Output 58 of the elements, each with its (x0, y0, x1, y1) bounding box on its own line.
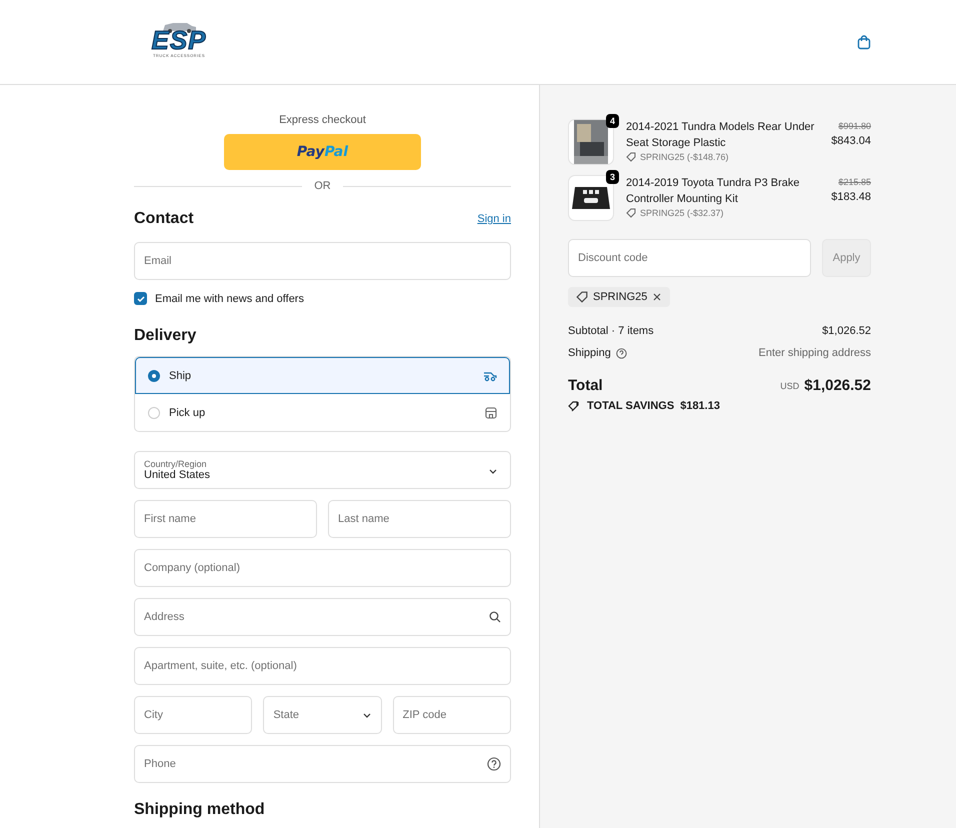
subtotal-value: $1,026.52 (822, 325, 871, 337)
truck-icon (483, 370, 497, 382)
original-price: $991.80 (838, 120, 871, 133)
photo-placeholder (574, 120, 608, 164)
newsletter-checkbox[interactable] (134, 292, 147, 305)
discount-code-text: SPRING25 (593, 291, 648, 303)
discount-text: SPRING25 (-$32.37) (640, 207, 724, 219)
contact-heading: Contact (134, 210, 194, 228)
paypal-button[interactable]: PayPal (224, 134, 421, 170)
tags-icon (568, 400, 581, 412)
email-field[interactable]: Email (134, 242, 511, 280)
discount-text: SPRING25 (-$148.76) (640, 151, 729, 163)
bracket-drawing (571, 185, 611, 211)
input-field[interactable]: Last name (328, 500, 511, 538)
tag-icon (626, 152, 636, 162)
price: $183.48 (831, 190, 871, 205)
shipping-label: Shipping (568, 347, 611, 359)
subtotal-label: Subtotal · 7 items (568, 325, 654, 337)
total-value: $1,026.52 (804, 377, 871, 394)
tag-icon (626, 208, 636, 218)
product-name: 2014-2021 Tundra Models Rear Under Seat Storage Plastic (626, 120, 816, 151)
delivery-option[interactable]: Pick up (135, 394, 510, 431)
phone-field[interactable]: Phone (134, 745, 511, 783)
input-field[interactable]: ZIP code (392, 696, 511, 734)
quantity-badge: 4 (606, 114, 619, 128)
shipping-value: Enter shipping address (758, 347, 871, 359)
state-select[interactable]: State (263, 696, 382, 734)
sign-in-link[interactable]: Sign in (477, 213, 511, 225)
newsletter-label: Email me with news and offers (155, 292, 304, 304)
close-icon[interactable] (652, 292, 662, 302)
search-icon (489, 611, 501, 623)
quantity-badge: 3 (606, 170, 619, 184)
total-label: Total (568, 377, 603, 394)
checkmark-icon (136, 294, 146, 304)
currency-code: USD (780, 380, 800, 390)
help-icon[interactable] (616, 348, 627, 358)
input-field[interactable]: Apartment, suite, etc. (optional) (134, 647, 511, 685)
product-name: 2014-2019 Toyota Tundra P3 Brake Controller Mounting Kit (626, 176, 800, 207)
delivery-heading: Delivery (134, 327, 198, 345)
discount-code-field[interactable]: Discount code (568, 239, 811, 277)
express-checkout-title: Express checkout (278, 114, 367, 126)
input-field[interactable]: Company (optional) (134, 549, 511, 587)
total-savings-value: $181.13 (680, 400, 720, 412)
shipping-method-heading: Shipping method (134, 801, 266, 819)
or-divider-text: OR (314, 180, 331, 192)
price: $843.04 (831, 134, 871, 149)
address-field[interactable]: Address (134, 598, 511, 636)
tag-icon (576, 291, 588, 303)
radio-button[interactable] (148, 370, 160, 382)
store-icon (485, 406, 497, 418)
shopping-bag-icon[interactable] (856, 34, 872, 50)
input-field[interactable]: First name (134, 500, 317, 538)
original-price: $215.85 (838, 176, 871, 189)
total-savings-label: TOTAL SAVINGS (587, 400, 674, 412)
input-field[interactable]: City (134, 696, 252, 734)
country-select[interactable]: Country/Region United States (134, 451, 511, 489)
help-icon[interactable] (487, 757, 501, 771)
delivery-option[interactable]: Ship (135, 357, 510, 394)
